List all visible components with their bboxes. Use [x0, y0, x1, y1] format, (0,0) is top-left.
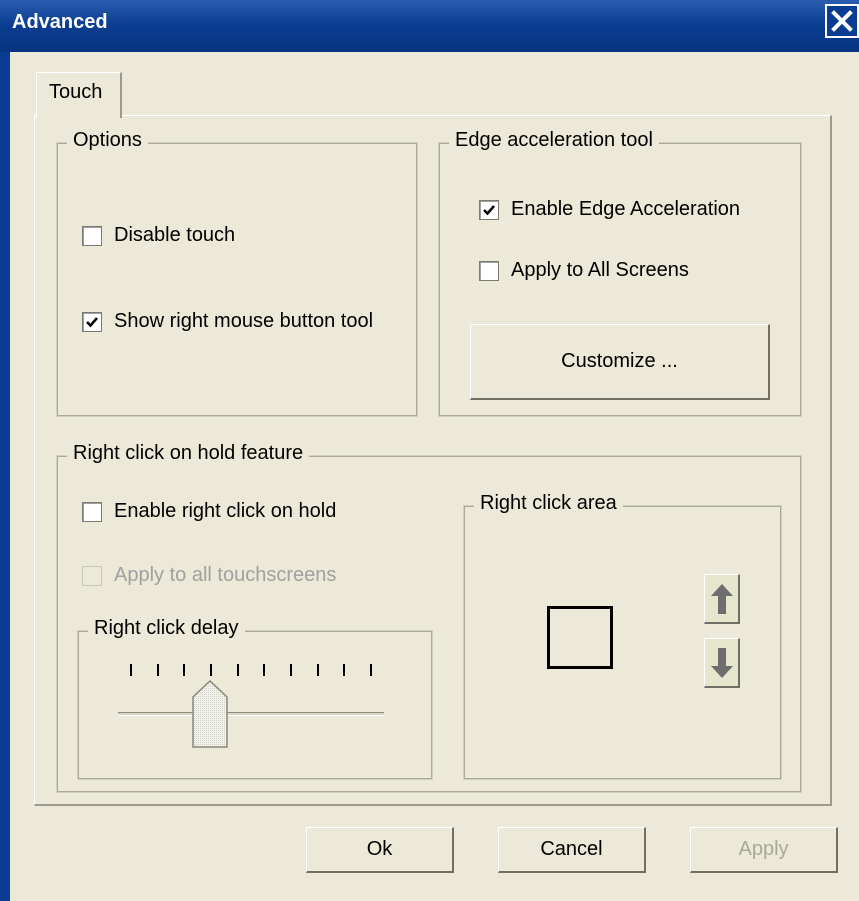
increase-area-button[interactable] [704, 574, 740, 624]
arrow-up-icon [710, 583, 733, 614]
tab-touch[interactable]: Touch [36, 72, 122, 118]
slider-tick [210, 664, 212, 676]
ok-button[interactable]: Ok [306, 827, 454, 873]
cancel-button[interactable]: Cancel [498, 827, 646, 873]
enable-edge-acceleration-checkbox[interactable]: Enable Edge Acceleration [479, 198, 740, 221]
slider-tick [316, 664, 319, 676]
options-group-title: Options [67, 129, 148, 152]
slider-tick [343, 664, 346, 676]
checkbox-box[interactable] [479, 199, 499, 220]
apply-button: Apply [690, 827, 838, 873]
tab-touch-label: Touch [49, 81, 103, 103]
customize-button[interactable]: Customize ... [470, 324, 770, 400]
edge-acceleration-group-title: Edge acceleration tool [449, 129, 659, 152]
checkbox-box[interactable] [82, 311, 102, 332]
enable-edge-acceleration-label: Enable Edge Acceleration [511, 198, 741, 220]
close-icon [831, 10, 853, 32]
slider-tick [263, 664, 266, 676]
slider-tick [156, 664, 159, 676]
checkbox-box[interactable] [479, 260, 499, 281]
window-frame [0, 52, 10, 901]
slider-ticks [130, 664, 372, 678]
disable-touch-checkbox[interactable]: Disable touch [82, 224, 235, 247]
delay-slider-thumb[interactable] [192, 680, 228, 748]
slider-tick [370, 664, 372, 676]
close-button[interactable] [825, 4, 859, 38]
slider-tick [290, 664, 292, 676]
window-title: Advanced [12, 11, 108, 33]
enable-right-click-hold-label: Enable right click on hold [114, 500, 337, 522]
apply-all-screens-checkbox[interactable]: Apply to All Screens [479, 259, 689, 282]
apply-all-touchscreens-label: Apply to all touchscreens [114, 564, 337, 586]
checkmark-icon [483, 204, 495, 215]
show-right-mouse-checkbox[interactable]: Show right mouse button tool [82, 310, 373, 333]
disable-touch-label: Disable touch [114, 224, 236, 246]
apply-all-touchscreens-checkbox: Apply to all touchscreens [82, 564, 336, 587]
right-click-delay-group: Right click delay [77, 617, 433, 780]
slider-tick [236, 664, 239, 676]
show-right-mouse-label: Show right mouse button tool [114, 310, 374, 332]
slider-tick [130, 664, 132, 676]
enable-right-click-hold-checkbox[interactable]: Enable right click on hold [82, 500, 336, 523]
checkbox-box[interactable] [82, 225, 102, 246]
checkbox-box [82, 565, 102, 586]
apply-all-screens-label: Apply to All Screens [511, 259, 689, 281]
slider-tick [183, 664, 186, 676]
right-click-hold-group-title: Right click on hold feature [67, 442, 310, 465]
right-click-area-title: Right click area [474, 492, 623, 515]
checkbox-box[interactable] [82, 501, 102, 522]
decrease-area-button[interactable] [704, 638, 740, 688]
right-click-delay-title: Right click delay [88, 617, 245, 640]
delay-slider-track[interactable] [118, 712, 384, 716]
arrow-down-icon [710, 647, 733, 678]
options-group: Options [56, 129, 418, 417]
checkmark-icon [86, 316, 98, 327]
title-bar: Advanced [0, 0, 859, 52]
right-click-area-preview [547, 606, 613, 669]
